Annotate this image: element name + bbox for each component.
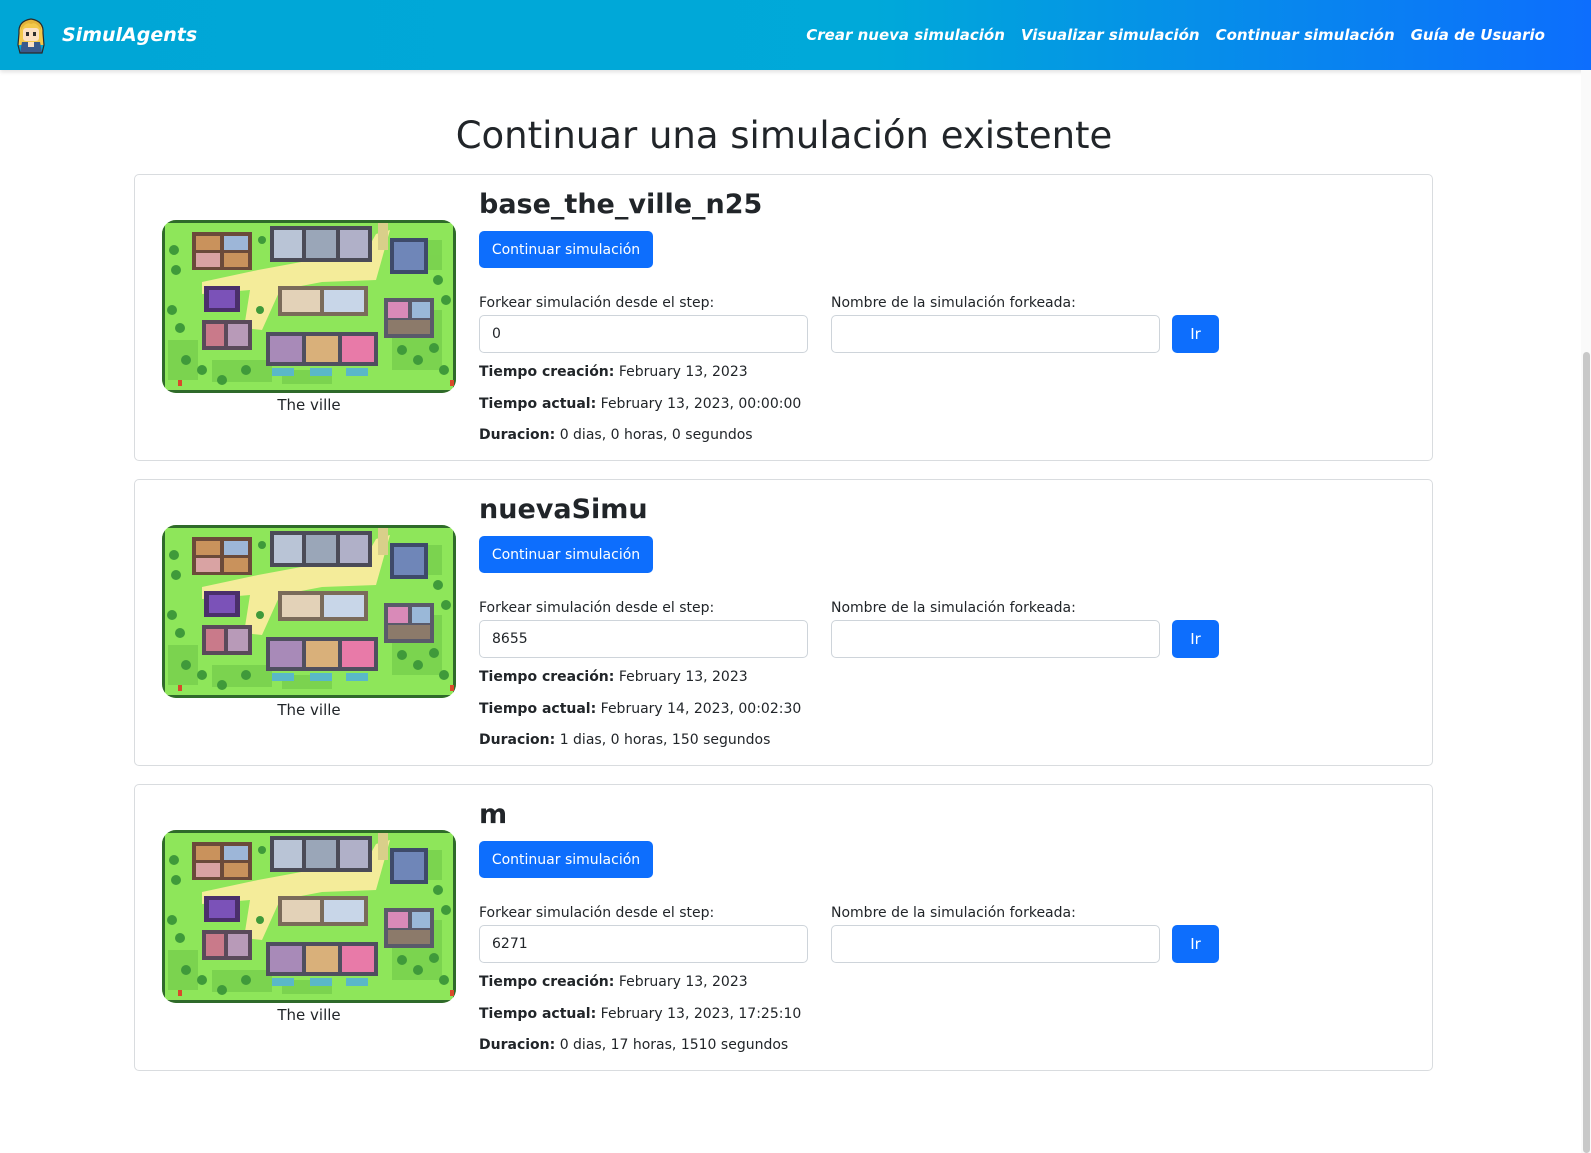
creation-time-value: February 13, 2023 [618,669,748,685]
scrollbar-thumb[interactable] [1583,352,1590,1153]
creation-time-label: Tiempo creación: [479,974,615,990]
current-time: Tiempo actual: February 14, 2023, 00:02:… [479,701,801,717]
brand-link[interactable]: SimulAgents [14,14,197,56]
current-time-label: Tiempo actual: [479,701,597,717]
fork-name-input[interactable] [831,925,1160,963]
fork-name-label: Nombre de la simulación forkeada: [831,600,1076,616]
brand-name: SimulAgents [62,24,198,46]
duration-value: 1 dias, 0 horas, 150 segundos [559,732,771,748]
fork-step-label: Forkear simulación desde el step: [479,295,715,311]
fork-step-label: Forkear simulación desde el step: [479,905,715,921]
fork-name-label: Nombre de la simulación forkeada: [831,905,1076,921]
duration: Duracion: 0 dias, 17 horas, 1510 segundo… [479,1037,788,1053]
simulation-card: The ville base_the_ville_n25 Continuar s… [134,174,1433,461]
creation-time-value: February 13, 2023 [618,364,748,380]
simulation-name: m [479,799,508,830]
current-time-label: Tiempo actual: [479,1006,597,1022]
fork-step-input[interactable] [479,620,808,658]
nav-link-visualizar[interactable]: Visualizar simulación [1021,26,1200,44]
town-map-thumbnail [162,830,456,1003]
duration-label: Duracion: [479,427,556,443]
current-time-value: February 13, 2023, 00:00:00 [600,396,802,412]
top-navbar: SimulAgents Crear nueva simulación Visua… [0,0,1591,70]
continue-simulation-button[interactable]: Continuar simulación [479,231,653,268]
map-caption: The ville [277,396,341,414]
creation-time: Tiempo creación: February 13, 2023 [479,974,748,990]
fork-step-input[interactable] [479,925,808,963]
current-time-value: February 14, 2023, 00:02:30 [600,701,802,717]
go-button[interactable]: Ir [1172,620,1219,658]
simulation-name: nuevaSimu [479,494,648,525]
page-title: Continuar una simulación existente [455,114,1113,157]
simulation-card: The ville m Continuar simulación Forkear… [134,784,1433,1071]
duration-label: Duracion: [479,1037,556,1053]
creation-time-value: February 13, 2023 [618,974,748,990]
simulation-card: The ville nuevaSimu Continuar simulación… [134,479,1433,766]
nav-link-crear[interactable]: Crear nueva simulación [806,26,1005,44]
creation-time-label: Tiempo creación: [479,364,615,380]
fork-name-input[interactable] [831,315,1160,353]
fork-step-input[interactable] [479,315,808,353]
current-time-label: Tiempo actual: [479,396,597,412]
nav-link-continuar[interactable]: Continuar simulación [1216,26,1395,44]
current-time: Tiempo actual: February 13, 2023, 00:00:… [479,396,801,412]
character-avatar-icon [17,18,45,54]
go-button[interactable]: Ir [1172,315,1219,353]
map-caption: The ville [277,1006,341,1024]
creation-time: Tiempo creación: February 13, 2023 [479,669,748,685]
current-time-value: February 13, 2023, 17:25:10 [600,1006,802,1022]
duration: Duracion: 0 dias, 0 horas, 0 segundos [479,427,753,443]
town-map-thumbnail [162,525,456,698]
map-caption: The ville [277,701,341,719]
fork-step-label: Forkear simulación desde el step: [479,600,715,616]
creation-time: Tiempo creación: February 13, 2023 [479,364,748,380]
continue-simulation-button[interactable]: Continuar simulación [479,841,653,878]
duration-value: 0 dias, 0 horas, 0 segundos [559,427,753,443]
nav-link-guia[interactable]: Guía de Usuario [1411,26,1545,44]
town-map-thumbnail [162,220,456,393]
duration-value: 0 dias, 17 horas, 1510 segundos [559,1037,789,1053]
creation-time-label: Tiempo creación: [479,669,615,685]
duration-label: Duracion: [479,732,556,748]
fork-name-label: Nombre de la simulación forkeada: [831,295,1076,311]
go-button[interactable]: Ir [1172,925,1219,963]
nav-links: Crear nueva simulación Visualizar simula… [806,0,1545,70]
duration: Duracion: 1 dias, 0 horas, 150 segundos [479,732,770,748]
current-time: Tiempo actual: February 13, 2023, 17:25:… [479,1006,801,1022]
simulation-name: base_the_ville_n25 [479,189,763,220]
fork-name-input[interactable] [831,620,1160,658]
continue-simulation-button[interactable]: Continuar simulación [479,536,653,573]
